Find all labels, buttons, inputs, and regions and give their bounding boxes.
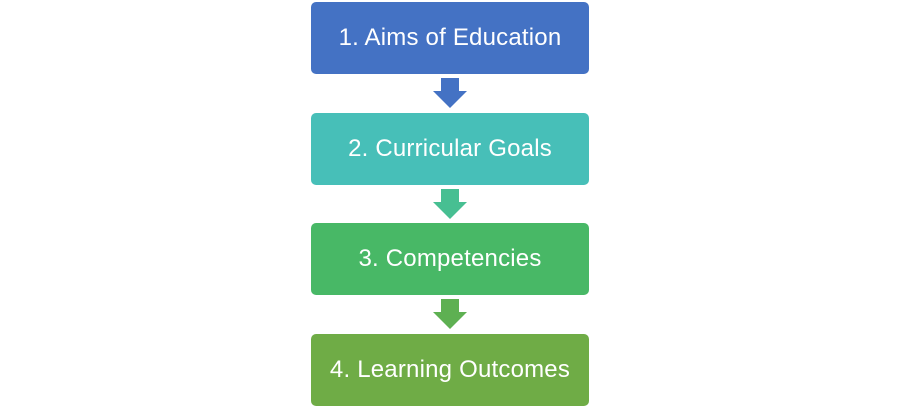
down-arrow-icon	[433, 189, 467, 219]
down-arrow-icon	[433, 299, 467, 329]
flowchart: 1. Aims of Education 2. Curricular Goals…	[0, 0, 900, 411]
step-learning-outcomes: 4. Learning Outcomes	[311, 334, 589, 406]
step-aims-of-education: 1. Aims of Education	[311, 2, 589, 74]
step-curricular-goals: 2. Curricular Goals	[311, 113, 589, 185]
step-label: 3. Competencies	[358, 245, 542, 272]
step-label: 1. Aims of Education	[338, 24, 562, 51]
down-arrow-icon	[433, 78, 467, 108]
step-competencies: 3. Competencies	[311, 223, 589, 295]
step-label: 2. Curricular Goals	[348, 135, 552, 162]
step-label: 4. Learning Outcomes	[329, 356, 571, 383]
